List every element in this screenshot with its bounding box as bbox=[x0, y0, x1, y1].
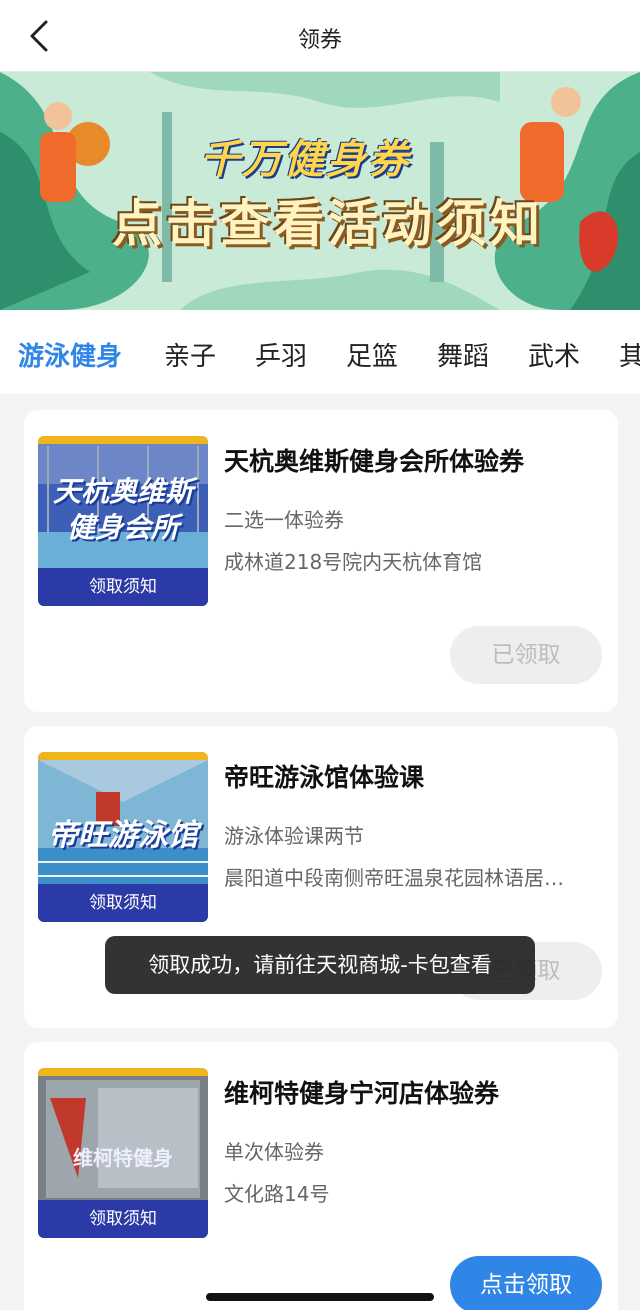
coupon-thumbnail[interactable]: 维柯特健身 领取须知 bbox=[38, 1068, 208, 1238]
thumbnail-title: 天杭奥维斯健身会所 bbox=[52, 475, 193, 544]
page-title: 领券 bbox=[297, 28, 342, 53]
coupon-name: 维柯特健身宁河店体验券 bbox=[224, 1079, 500, 1108]
promo-banner[interactable]: 千万健身券 点击查看活动须知 bbox=[0, 72, 640, 310]
coupon-address: 晨阳道中段南侧帝旺温泉花园林语居… bbox=[224, 866, 564, 890]
coupon-card: 维柯特健身 领取须知 维柯特健身宁河店体验券 单次体验券 文化路14号 点击领取 bbox=[24, 1042, 618, 1310]
category-tabs: 游泳健身 亲子 乒羽 足篮 舞蹈 武术 其 bbox=[0, 310, 640, 394]
coupon-subtitle: 二选一体验券 bbox=[224, 508, 344, 532]
toast-message: 领取成功，请前往天视商城-卡包查看 bbox=[105, 936, 535, 994]
thumbnail-title: 帝旺游泳馆 bbox=[48, 818, 198, 853]
coupon-thumbnail[interactable]: 天杭奥维斯健身会所 领取须知 bbox=[38, 436, 208, 606]
thumbnail-band: 领取须知 bbox=[38, 568, 208, 606]
coupon-address: 成林道218号院内天杭体育馆 bbox=[224, 550, 483, 574]
coupon-thumbnail[interactable]: 帝旺游泳馆 领取须知 bbox=[38, 752, 208, 922]
thumbnail-band: 领取须知 bbox=[38, 884, 208, 922]
thumbnail-title: 维柯特健身 bbox=[73, 1146, 173, 1170]
claim-button[interactable]: 点击领取 bbox=[450, 1256, 602, 1310]
tab-table-tennis-badminton[interactable]: 乒羽 bbox=[255, 336, 307, 373]
coupon-address: 文化路14号 bbox=[224, 1182, 330, 1206]
coupon-subtitle: 单次体验券 bbox=[224, 1140, 324, 1164]
coupon-card: 天杭奥维斯健身会所 领取须知 天杭奥维斯健身会所体验券 二选一体验券 成林道21… bbox=[24, 410, 618, 712]
coupon-name: 天杭奥维斯健身会所体验券 bbox=[224, 447, 525, 476]
tab-football-basketball[interactable]: 足篮 bbox=[346, 336, 398, 373]
tab-parent-child[interactable]: 亲子 bbox=[164, 336, 216, 373]
tab-swimming-fitness[interactable]: 游泳健身 bbox=[18, 336, 122, 373]
thumbnail-band: 领取须知 bbox=[38, 1200, 208, 1238]
banner-headline: 千万健身券 bbox=[200, 137, 410, 183]
banner-subheadline: 点击查看活动须知 bbox=[112, 195, 544, 253]
tab-other[interactable]: 其 bbox=[619, 336, 640, 373]
coupon-subtitle: 游泳体验课两节 bbox=[224, 824, 364, 848]
home-indicator bbox=[206, 1293, 434, 1301]
claimed-button[interactable]: 已领取 bbox=[450, 626, 602, 684]
nav-bar: 领券 bbox=[0, 0, 640, 72]
tab-martial-arts[interactable]: 武术 bbox=[528, 336, 580, 373]
tab-dance[interactable]: 舞蹈 bbox=[437, 336, 489, 373]
coupon-name: 帝旺游泳馆体验课 bbox=[224, 763, 425, 792]
